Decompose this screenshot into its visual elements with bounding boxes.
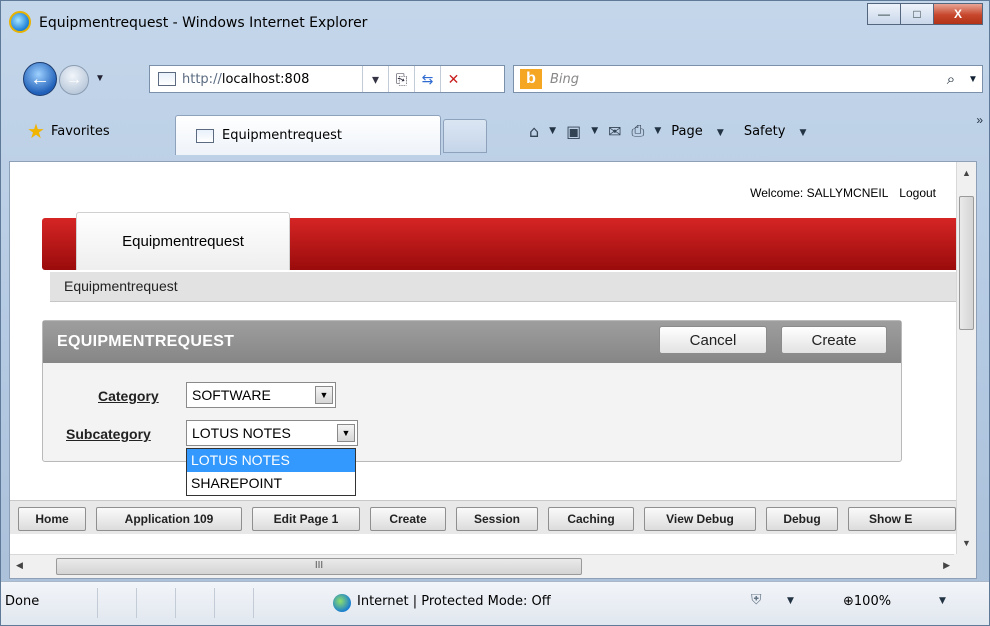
cancel-button[interactable]: Cancel — [659, 326, 767, 354]
status-text: Done — [5, 594, 40, 609]
welcome-text: Welcome: SALLYMCNEIL — [750, 186, 888, 200]
browser-window: Equipmentrequest - Windows Internet Expl… — [0, 0, 990, 626]
page-icon — [196, 128, 214, 143]
scroll-left-icon[interactable]: ◀ — [16, 560, 23, 571]
dropdown-option-lotus-notes[interactable]: LOTUS NOTES — [187, 449, 355, 472]
subcategory-label: Subcategory — [66, 426, 151, 442]
recent-pages-dropdown[interactable]: ▼ — [95, 73, 105, 84]
favorites-button[interactable]: ★ Favorites — [27, 121, 110, 141]
dev-home-button[interactable]: Home — [18, 507, 86, 531]
globe-icon — [333, 594, 351, 612]
address-bar[interactable]: http://localhost:808 ▾ ⎘ ⇆ ✕ — [149, 65, 505, 93]
search-options-icon[interactable]: ▼ — [964, 74, 982, 85]
region-title: EQUIPMENTREQUEST — [57, 333, 235, 350]
create-button[interactable]: Create — [781, 326, 887, 354]
favorites-label: Favorites — [50, 123, 110, 139]
more-commands-icon[interactable]: » — [976, 113, 983, 127]
zoom-icon: ⊕ — [843, 594, 854, 609]
category-value: SOFTWARE — [192, 387, 271, 403]
dev-edit-page-button[interactable]: Edit Page 1 — [252, 507, 360, 531]
forward-arrow-icon: → — [66, 71, 82, 88]
vertical-scrollbar[interactable]: ▲ ▼ — [956, 162, 976, 554]
bing-logo-icon: b — [520, 69, 542, 89]
chevron-down-icon[interactable]: ▼ — [337, 424, 355, 442]
chevron-down-icon[interactable]: ▼ — [315, 386, 333, 404]
category-select[interactable]: SOFTWARE ▼ — [186, 382, 336, 408]
home-icon[interactable]: ⌂ — [529, 122, 539, 141]
search-icon[interactable]: ⌕ — [938, 71, 964, 88]
home-dropdown-icon[interactable]: ▼ — [549, 126, 556, 136]
close-button[interactable]: X — [933, 3, 983, 25]
favorites-command-bar: ★ Favorites Equipmentrequest ⌂ ▼ ▣ ▼ ✉ ⎙… — [1, 109, 989, 159]
title-bar: Equipmentrequest - Windows Internet Expl… — [1, 1, 989, 53]
developer-toolbar: Home Application 109 Edit Page 1 Create … — [10, 500, 956, 534]
horizontal-scroll-thumb[interactable]: III — [56, 558, 582, 575]
compatibility-view-icon[interactable]: ⎘ — [388, 66, 414, 92]
minimize-button[interactable]: — — [867, 3, 901, 25]
stop-icon[interactable]: ✕ — [440, 66, 466, 92]
print-dropdown-icon[interactable]: ▼ — [654, 126, 661, 136]
back-button[interactable]: ← — [23, 62, 57, 96]
refresh-icon[interactable]: ⇆ — [414, 66, 440, 92]
command-tools: ⌂ ▼ ▣ ▼ ✉ ⎙ ▼ Page ▼ Safety ▼ — [529, 121, 826, 141]
feeds-dropdown-icon[interactable]: ▼ — [591, 126, 598, 136]
new-tab-button[interactable] — [443, 119, 487, 153]
dev-caching-button[interactable]: Caching — [548, 507, 634, 531]
scroll-right-icon[interactable]: ▶ — [943, 560, 950, 571]
search-input[interactable]: Bing — [550, 72, 938, 87]
dev-show-edit-button[interactable]: Show E — [848, 507, 956, 531]
dev-debug-button[interactable]: Debug — [766, 507, 838, 531]
security-zone-text[interactable]: Internet | Protected Mode: Off — [357, 594, 551, 609]
scroll-up-icon[interactable]: ▲ — [962, 168, 971, 178]
scrollbar-corner — [954, 554, 976, 578]
status-separators — [97, 588, 292, 618]
logout-link[interactable]: Logout — [899, 186, 936, 200]
category-label: Category — [98, 388, 159, 404]
subcategory-value: LOTUS NOTES — [192, 425, 291, 441]
window-controls: — □ X — [867, 3, 983, 25]
security-settings-icon[interactable]: ⛨ — [751, 592, 762, 608]
internet-explorer-icon — [9, 11, 31, 33]
dev-view-debug-button[interactable]: View Debug — [644, 507, 756, 531]
security-dropdown-icon[interactable]: ▼ — [787, 596, 794, 606]
dev-application-button[interactable]: Application 109 — [96, 507, 242, 531]
zoom-level[interactable]: ⊕100% — [843, 594, 891, 609]
tab-equipmentrequest[interactable]: Equipmentrequest — [76, 212, 290, 270]
page-viewport: Welcome: SALLYMCNEIL Logout Equipmentreq… — [9, 161, 977, 579]
mail-icon[interactable]: ✉ — [608, 122, 621, 141]
address-url[interactable]: http://localhost:808 — [182, 72, 362, 87]
tab-label: Equipmentrequest — [222, 128, 342, 143]
welcome-area: Welcome: SALLYMCNEIL Logout — [750, 186, 936, 200]
forward-button[interactable]: → — [59, 65, 89, 95]
search-box[interactable]: b Bing ⌕ ▼ — [513, 65, 983, 93]
safety-menu[interactable]: Safety ▼ — [744, 124, 817, 139]
dropdown-option-sharepoint[interactable]: SHAREPOINT — [187, 472, 355, 495]
address-dropdown-icon[interactable]: ▾ — [362, 66, 388, 92]
print-icon[interactable]: ⎙ — [632, 121, 645, 141]
back-arrow-icon: ← — [30, 67, 50, 90]
status-bar: Done Internet | Protected Mode: Off ⛨ ▼ … — [1, 581, 989, 625]
horizontal-scrollbar[interactable]: ◀ III ▶ — [10, 554, 956, 578]
breadcrumb: Equipmentrequest — [50, 272, 962, 302]
region-header: EQUIPMENTREQUEST Cancel Create — [43, 321, 901, 363]
dev-create-button[interactable]: Create — [370, 507, 446, 531]
subcategory-select[interactable]: LOTUS NOTES ▼ — [186, 420, 358, 446]
star-icon: ★ — [27, 119, 45, 143]
browser-tab-active[interactable]: Equipmentrequest — [175, 115, 441, 155]
address-toolbar: ← → ▼ http://localhost:808 ▾ ⎘ ⇆ ✕ b Bin… — [1, 59, 989, 99]
scroll-down-icon[interactable]: ▼ — [962, 538, 971, 548]
equipmentrequest-region: EQUIPMENTREQUEST Cancel Create — [42, 320, 902, 462]
page-menu[interactable]: Page ▼ — [671, 124, 734, 139]
maximize-button[interactable]: □ — [900, 3, 934, 25]
dev-session-button[interactable]: Session — [456, 507, 538, 531]
page-icon — [158, 72, 176, 86]
vertical-scroll-thumb[interactable] — [959, 196, 974, 330]
feeds-icon[interactable]: ▣ — [566, 122, 581, 141]
window-title: Equipmentrequest - Windows Internet Expl… — [39, 15, 368, 31]
subcategory-dropdown-list: LOTUS NOTES SHAREPOINT — [186, 448, 356, 496]
zoom-dropdown-icon[interactable]: ▼ — [939, 596, 946, 606]
